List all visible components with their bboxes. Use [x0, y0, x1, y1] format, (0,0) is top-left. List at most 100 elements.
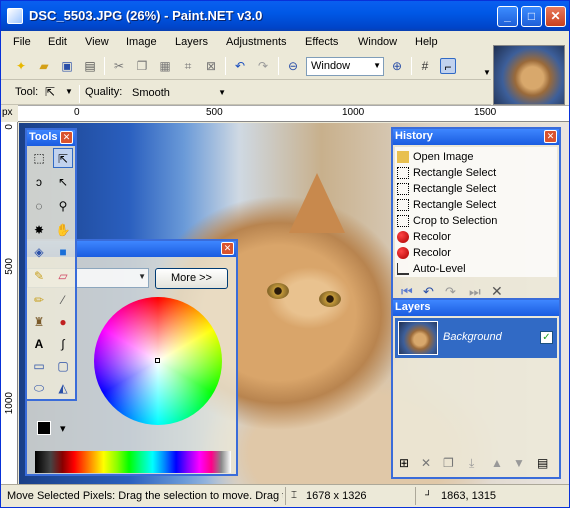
thumbnail-toggle-icon[interactable]: ▼: [481, 65, 493, 81]
rounded-rectangle-icon[interactable]: ▢: [53, 356, 73, 376]
print-icon[interactable]: ▤: [82, 58, 98, 74]
zoom-select[interactable]: Window ▼: [306, 57, 384, 76]
move-selection-icon[interactable]: ⇱: [45, 85, 55, 99]
layer-row[interactable]: Background ✓: [395, 318, 557, 358]
rulers-toggle-icon[interactable]: ⌐: [440, 58, 456, 74]
quality-select[interactable]: Smooth ▼: [127, 84, 229, 102]
history-item[interactable]: Open Image: [397, 149, 474, 165]
deselect-icon[interactable]: ⊠: [203, 58, 219, 74]
move-down-icon[interactable]: ▼: [513, 456, 525, 470]
primary-color-swatch[interactable]: [37, 421, 51, 435]
menu-adjustments[interactable]: Adjustments: [226, 36, 287, 48]
crop-icon: [397, 215, 409, 227]
delete-layer-icon[interactable]: ✕: [421, 456, 431, 470]
maximize-button[interactable]: □: [521, 6, 542, 27]
rectangle-select-icon: [397, 167, 409, 179]
save-icon[interactable]: ▣: [59, 58, 75, 74]
status-message: Move Selected Pixels: Drag the selection…: [7, 490, 283, 502]
close-icon[interactable]: ✕: [544, 130, 557, 143]
undo-icon[interactable]: ↶: [232, 58, 248, 74]
rectangle-icon[interactable]: ▭: [29, 356, 49, 376]
chevron-down-icon[interactable]: ▼: [65, 87, 73, 96]
ellipse-select-icon[interactable]: ◌: [29, 196, 49, 216]
move-selection-icon[interactable]: ⇱: [53, 148, 73, 168]
menu-edit[interactable]: Edit: [48, 36, 67, 48]
horizontal-ruler: 0 500 1000 1500: [18, 105, 569, 122]
zoom-in-icon[interactable]: ⊕: [389, 58, 405, 74]
move-up-icon[interactable]: ▲: [491, 456, 503, 470]
close-icon[interactable]: ✕: [60, 131, 73, 144]
history-item[interactable]: Rectangle Select: [397, 197, 496, 213]
menu-window[interactable]: Window: [358, 36, 397, 48]
history-item[interactable]: Recolor: [397, 229, 451, 245]
history-panel-title: History: [393, 129, 559, 145]
color-wheel-cursor[interactable]: [155, 358, 160, 363]
layer-properties-icon[interactable]: ▤: [537, 456, 548, 470]
more-colors-button[interactable]: More >>: [155, 268, 228, 289]
paintbrush-icon[interactable]: ✎: [29, 266, 49, 286]
status-divider: [415, 487, 416, 505]
title-bar[interactable]: DSC_5503.JPG (26%) - Paint.NET v3.0 _ □ …: [1, 1, 569, 31]
duplicate-layer-icon[interactable]: ❐: [443, 456, 454, 470]
eraser-icon[interactable]: ▱: [53, 266, 73, 286]
ruler-tick: 1000: [342, 107, 365, 118]
cut-icon[interactable]: ✂: [111, 58, 127, 74]
freeform-shape-icon[interactable]: ◭: [53, 378, 73, 398]
ellipse-icon[interactable]: ⬭: [29, 378, 49, 398]
menu-view[interactable]: View: [85, 36, 109, 48]
app-icon: [7, 8, 23, 24]
recolor-icon[interactable]: ●: [53, 312, 73, 332]
open-folder-icon[interactable]: ▰: [36, 58, 52, 74]
crop-icon[interactable]: ⌗: [180, 58, 196, 74]
cat-ear: [289, 173, 345, 233]
minimize-button[interactable]: _: [497, 6, 518, 27]
image-thumbnail[interactable]: [493, 45, 565, 105]
move-selected-icon[interactable]: ↖: [53, 172, 73, 192]
paste-icon[interactable]: ▦: [157, 58, 173, 74]
pan-icon[interactable]: ✋: [53, 220, 73, 240]
line-curve-icon[interactable]: ∫: [53, 334, 73, 354]
cat-eye: [319, 291, 341, 307]
gradient-icon[interactable]: ■: [53, 242, 73, 262]
grid-icon[interactable]: #: [417, 58, 433, 74]
menu-image[interactable]: Image: [126, 36, 157, 48]
clone-stamp-icon[interactable]: ♜: [29, 312, 49, 332]
redo-icon[interactable]: ↷: [255, 58, 271, 74]
merge-down-icon[interactable]: ⤓: [469, 456, 474, 471]
menu-layers[interactable]: Layers: [175, 36, 208, 48]
new-icon[interactable]: ✦: [13, 58, 29, 74]
history-item[interactable]: Rectangle Select: [397, 165, 496, 181]
lasso-icon[interactable]: ↄ: [29, 172, 49, 192]
palette-menu-icon[interactable]: ▾: [60, 422, 66, 435]
chevron-down-icon: ▼: [218, 88, 226, 97]
history-item[interactable]: Crop to Selection: [397, 213, 497, 229]
close-button[interactable]: ✕: [545, 6, 566, 27]
pencil-icon[interactable]: ✏: [29, 290, 49, 310]
menu-effects[interactable]: Effects: [305, 36, 338, 48]
zoom-out-icon[interactable]: ⊖: [285, 58, 301, 74]
text-icon[interactable]: A: [29, 334, 49, 354]
add-layer-icon[interactable]: ⊞: [399, 456, 409, 470]
color-picker-icon[interactable]: ⁄: [53, 290, 73, 310]
history-item[interactable]: Recolor: [397, 245, 451, 261]
layer-visibility-checkbox[interactable]: ✓: [540, 331, 553, 344]
ruler-tick: 0: [74, 107, 80, 118]
zoom-icon[interactable]: ⚲: [53, 196, 73, 216]
recolor-icon: [397, 247, 409, 259]
rectangle-select-icon[interactable]: ⬚: [29, 148, 49, 168]
copy-icon[interactable]: ❐: [134, 58, 150, 74]
layers-panel-title: Layers: [393, 300, 559, 316]
tool-label: Tool:: [15, 86, 39, 98]
color-palette[interactable]: [35, 451, 231, 473]
paint-bucket-icon[interactable]: ◈: [29, 242, 49, 262]
history-item[interactable]: Rectangle Select: [397, 181, 496, 197]
quality-value: Smooth: [132, 87, 170, 99]
menu-file[interactable]: File: [13, 36, 31, 48]
image-size: 1678 x 1326: [306, 490, 367, 502]
rectangle-select-icon: [397, 199, 409, 211]
menu-help[interactable]: Help: [415, 36, 438, 48]
close-icon[interactable]: ✕: [221, 242, 234, 255]
ruler-tick: 1500: [474, 107, 497, 118]
history-item[interactable]: Auto-Level: [397, 261, 466, 277]
magic-wand-icon[interactable]: ✸: [29, 220, 49, 240]
